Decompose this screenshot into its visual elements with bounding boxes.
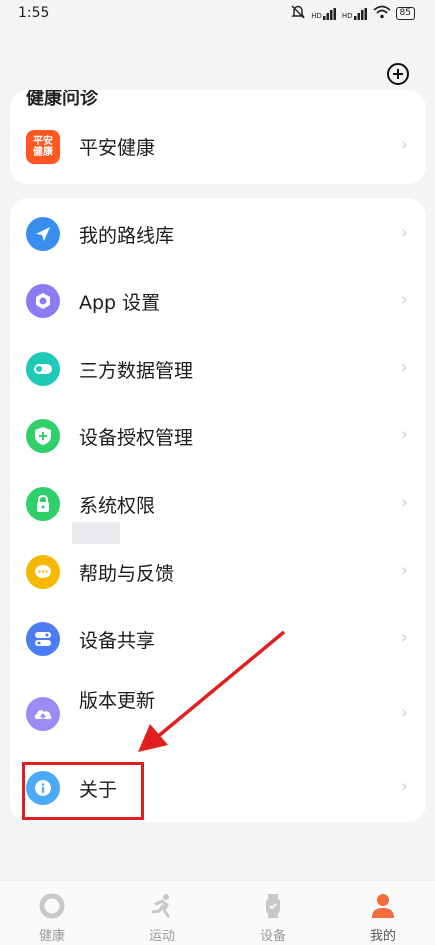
- signal-icon-2: HD: [342, 7, 368, 20]
- highlight-box: [22, 762, 144, 820]
- chevron-right-icon: ›: [400, 357, 408, 378]
- share-toggle-icon: [26, 622, 60, 656]
- signal-icon: HD: [311, 7, 337, 20]
- tab-mine[interactable]: 我的: [343, 891, 423, 944]
- list-item-label: 三方数据管理: [79, 360, 194, 382]
- list-item-label: 我的路线库: [79, 225, 175, 247]
- list-item-third-party-data[interactable]: 三方数据管理 ›: [10, 335, 426, 401]
- list-item-label: 设备共享: [79, 630, 156, 652]
- health-consult-card: 健康问诊 平安 健康 平安健康 ›: [10, 90, 426, 184]
- section-title: 健康问诊: [26, 90, 98, 109]
- chevron-right-icon: ›: [400, 702, 408, 723]
- list-item-device-sharing[interactable]: 设备共享 ›: [10, 605, 426, 671]
- tab-health[interactable]: 健康: [12, 891, 92, 944]
- list-item-label: App 设置: [79, 292, 161, 314]
- settings-card: 我的路线库 › App 设置 › 三方数据管理 › 设备授权管理 › 系统权限 …: [10, 198, 426, 822]
- add-button[interactable]: [386, 62, 410, 86]
- mute-bell-icon: [290, 5, 306, 22]
- list-item-device-authorization[interactable]: 设备授权管理 ›: [10, 402, 426, 468]
- settings-icon: [26, 284, 60, 318]
- status-time: 1:55: [18, 5, 50, 21]
- route-icon: [26, 217, 60, 251]
- lock-icon: [26, 487, 60, 521]
- status-bar: 1:55 HD HD 85: [0, 0, 435, 28]
- tab-exercise[interactable]: 运动: [122, 891, 202, 944]
- health-ring-icon: [12, 891, 92, 921]
- list-item-version-update[interactable]: 版本更新 ›: [10, 674, 426, 754]
- list-item-ping-an-health[interactable]: 平安 健康 平安健康 ›: [10, 112, 426, 178]
- running-icon: [122, 891, 202, 921]
- list-item-route-library[interactable]: 我的路线库 ›: [10, 200, 426, 266]
- chevron-right-icon: ›: [400, 560, 408, 581]
- shield-icon: [26, 419, 60, 453]
- list-item-label: 帮助与反馈: [79, 563, 175, 585]
- list-item-label: 系统权限: [79, 495, 156, 517]
- wifi-icon: [372, 5, 391, 22]
- tab-label: 运动: [148, 929, 175, 944]
- tab-label: 设备: [259, 929, 286, 944]
- battery-indicator: 85: [395, 7, 415, 20]
- tab-label: 健康: [38, 929, 65, 944]
- bottom-tab-bar: 健康 运动 设备 我的: [0, 880, 435, 945]
- toggle-icon: [26, 352, 60, 386]
- tab-label: 我的: [369, 929, 396, 944]
- chat-icon: [26, 555, 60, 589]
- list-item-help-feedback[interactable]: 帮助与反馈 ›: [10, 538, 426, 604]
- cloud-upload-icon: [26, 697, 60, 731]
- chevron-right-icon: ›: [400, 289, 408, 310]
- plus-circle-icon: [387, 63, 409, 85]
- chevron-right-icon: ›: [400, 492, 408, 513]
- chevron-right-icon: ›: [400, 134, 408, 155]
- chevron-right-icon: ›: [400, 424, 408, 445]
- watch-icon: [233, 891, 313, 921]
- chevron-right-icon: ›: [400, 776, 408, 797]
- list-item-label: 版本更新: [79, 690, 156, 712]
- tab-device[interactable]: 设备: [233, 891, 313, 944]
- list-item-app-settings[interactable]: App 设置 ›: [10, 267, 426, 333]
- chevron-right-icon: ›: [400, 222, 408, 243]
- chevron-right-icon: ›: [400, 627, 408, 648]
- version-redacted-block: [72, 522, 120, 544]
- list-item-label: 设备授权管理: [79, 427, 194, 449]
- status-icons: HD HD 85: [290, 5, 415, 22]
- person-icon: [343, 891, 423, 921]
- list-item-label: 平安健康: [79, 137, 156, 159]
- ping-an-logo-icon: 平安 健康: [26, 130, 60, 164]
